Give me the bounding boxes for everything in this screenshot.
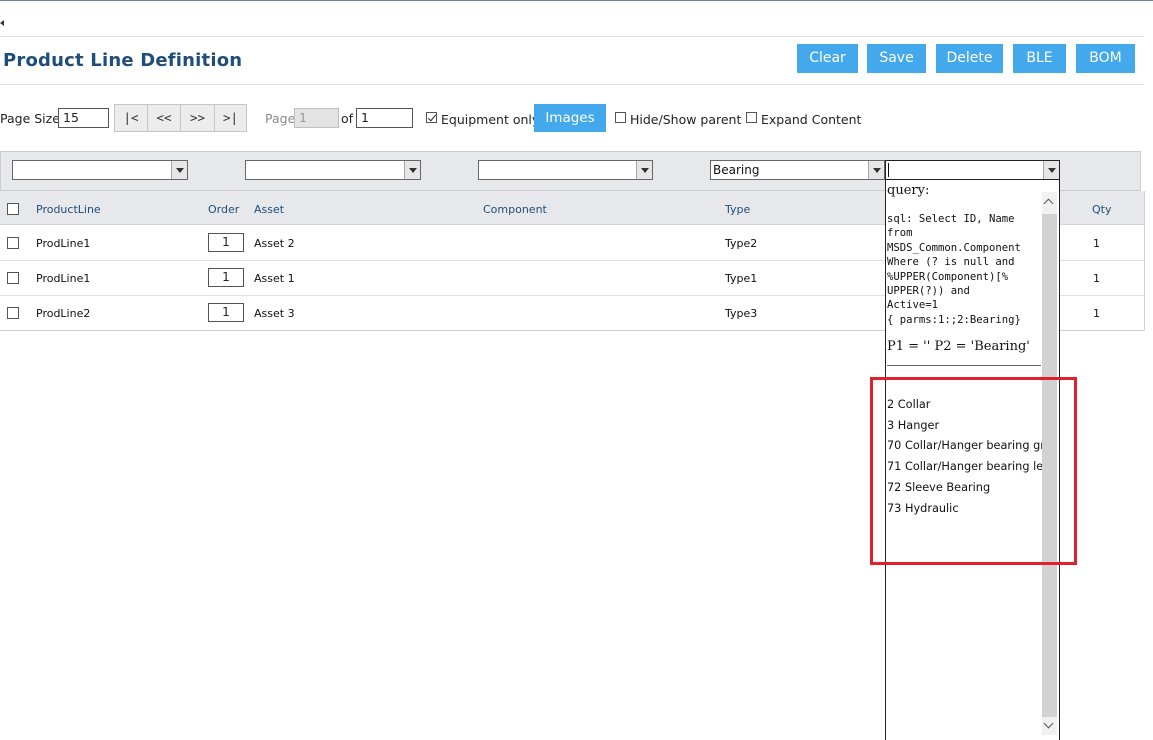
page-title: Product Line Definition (3, 50, 243, 71)
pager-nav: |< << >> >| (114, 104, 247, 132)
qty-cell: 1 (1093, 272, 1100, 285)
order-input[interactable]: 1 (208, 233, 244, 252)
collapse-arrow-icon[interactable] (0, 20, 4, 26)
first-page-button[interactable]: |< (115, 105, 148, 131)
select-all-checkbox[interactable] (7, 203, 19, 215)
next-page-button[interactable]: >> (181, 105, 215, 131)
scroll-up-icon[interactable] (1042, 192, 1057, 214)
productline-cell: ProdLine1 (36, 237, 91, 250)
toolbar-divider (0, 84, 1144, 85)
order-input[interactable]: 1 (208, 268, 244, 287)
column-header-order[interactable]: Order (208, 203, 239, 216)
query-params: P1 = '' P2 = 'Bearing' (887, 339, 1030, 354)
column-header-component[interactable]: Component (483, 203, 547, 216)
prev-page-button[interactable]: << (148, 105, 181, 131)
chevron-down-icon[interactable] (404, 161, 420, 179)
grid-right-border (1144, 191, 1145, 331)
images-button[interactable]: Images (534, 104, 606, 132)
productline-filter-select[interactable] (12, 160, 188, 180)
bom-button[interactable]: BOM (1076, 44, 1135, 73)
highlight-annotation (870, 377, 1077, 565)
equipment-only-checkbox[interactable] (426, 112, 437, 123)
type-filter-select[interactable]: Bearing (710, 160, 885, 180)
text-cursor (888, 163, 889, 177)
dropdown-separator (887, 365, 1041, 366)
equipment-only-label: Equipment only (441, 112, 540, 127)
row-checkbox[interactable] (7, 272, 19, 284)
query-label: query: (887, 183, 930, 198)
hide-show-parent-checkbox[interactable] (615, 112, 626, 123)
type-cell: Type1 (725, 272, 758, 285)
column-header-qty[interactable]: Qty (1092, 203, 1111, 216)
active-filter-select[interactable] (885, 160, 1060, 180)
row-checkbox[interactable] (7, 237, 19, 249)
header-divider (0, 36, 1144, 37)
asset-filter-select[interactable] (245, 160, 421, 180)
order-input[interactable]: 1 (208, 303, 244, 322)
page-size-label: Page Size (0, 111, 60, 126)
total-pages-input: 1 (356, 108, 413, 128)
asset-cell: Asset 1 (254, 272, 295, 285)
last-page-button[interactable]: >| (215, 105, 246, 131)
productline-cell: ProdLine1 (36, 272, 91, 285)
qty-cell: 1 (1093, 307, 1100, 320)
page-size-input[interactable]: 15 (58, 108, 109, 128)
type-cell: Type2 (725, 237, 758, 250)
column-header-asset[interactable]: Asset (254, 203, 284, 216)
scroll-down-icon[interactable] (1042, 717, 1057, 735)
chevron-down-icon[interactable] (636, 161, 652, 179)
component-filter-select[interactable] (478, 160, 653, 180)
expand-content-label: Expand Content (761, 112, 862, 127)
delete-button[interactable]: Delete (936, 44, 1003, 73)
sql-query-text: sql: Select ID, Name from MSDS_Common.Co… (887, 213, 1021, 326)
asset-cell: Asset 2 (254, 237, 295, 250)
of-label: of (341, 111, 354, 126)
type-cell: Type3 (725, 307, 758, 320)
top-border (0, 0, 1153, 1)
column-header-type[interactable]: Type (725, 203, 750, 216)
ble-button[interactable]: BLE (1013, 44, 1066, 73)
page-number-input: 1 (294, 108, 339, 128)
asset-cell: Asset 3 (254, 307, 295, 320)
chevron-down-icon[interactable] (868, 161, 884, 179)
hide-show-parent-label: Hide/Show parent (630, 112, 742, 127)
productline-cell: ProdLine2 (36, 307, 91, 320)
expand-content-checkbox[interactable] (746, 112, 757, 123)
type-filter-value: Bearing (713, 163, 760, 177)
save-button[interactable]: Save (867, 44, 926, 73)
clear-button[interactable]: Clear (797, 44, 858, 73)
chevron-down-icon[interactable] (1043, 161, 1059, 179)
chevron-down-icon[interactable] (171, 161, 187, 179)
qty-cell: 1 (1093, 237, 1100, 250)
column-header-productline[interactable]: ProductLine (36, 203, 101, 216)
row-checkbox[interactable] (7, 307, 19, 319)
page-label: Page (265, 111, 296, 126)
